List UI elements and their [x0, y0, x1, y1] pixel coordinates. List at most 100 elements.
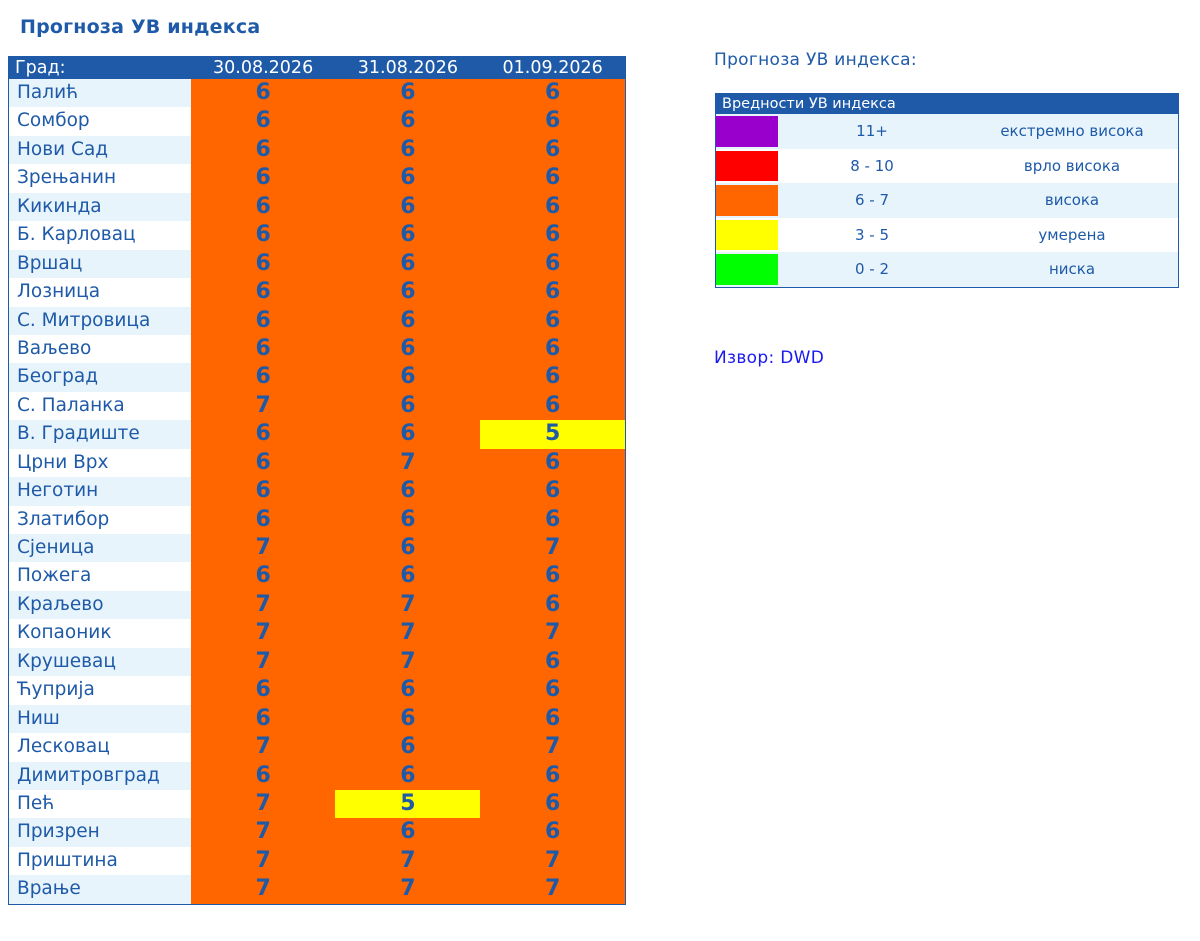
uv-value-cell: 7	[335, 448, 481, 478]
uv-value-cell: 6	[335, 818, 481, 847]
uv-value-cell: 7	[480, 875, 626, 904]
city-name: Кикинда	[9, 192, 191, 222]
city-name: Б. Карловац	[9, 221, 191, 250]
uv-value-cell: 6	[335, 733, 481, 762]
uv-value-cell: 6	[480, 761, 626, 790]
uv-value-cell: 7	[335, 846, 481, 876]
city-name: Призрен	[9, 818, 191, 847]
uv-level-label: умерена	[1038, 225, 1106, 244]
city-name: С. Митровица	[9, 306, 191, 335]
table-row: Ваљево 6 6 6	[9, 334, 626, 364]
uv-value-cell: 6	[190, 420, 336, 449]
table-row: Ниш 6 6 6	[9, 704, 626, 734]
legend-row: 8 - 10 врло висока	[716, 148, 1178, 184]
legend-caption: Прогноза УВ индекса:	[714, 50, 917, 70]
color-swatch	[716, 219, 778, 251]
uv-value-cell: 7	[190, 818, 336, 847]
table-header-row: Град: 30.08.2026 31.08.2026 01.09.2026	[9, 57, 625, 79]
uv-value-cell: 6	[480, 704, 626, 734]
legend-row: 11+ екстремно висока	[716, 114, 1178, 149]
table-row: Врање 7 7 7	[9, 875, 626, 904]
table-row: Београд 6 6 6	[9, 363, 626, 392]
uv-value-cell: 6	[335, 391, 481, 421]
uv-value-cell: 6	[480, 562, 626, 591]
table-row: Неготин 6 6 6	[9, 477, 626, 506]
uv-value-cell: 5	[335, 789, 481, 819]
uv-value-cell: 7	[335, 590, 481, 620]
uv-value-cell: 7	[480, 534, 626, 563]
uv-value-cell: 6	[335, 334, 481, 364]
uv-level-label: екстремно висока	[1000, 122, 1144, 140]
uv-value-cell: 6	[335, 221, 481, 250]
uv-level-label: висока	[1044, 191, 1100, 210]
uv-value-cell: 6	[190, 704, 336, 734]
color-swatch	[716, 254, 778, 285]
uv-value-cell: 6	[190, 562, 336, 591]
uv-value-cell: 6	[190, 676, 336, 705]
city-name: Зрењанин	[9, 164, 191, 193]
source-note: Извор: DWD	[714, 348, 825, 368]
city-name: Београд	[9, 363, 191, 392]
color-swatch	[716, 150, 778, 182]
city-name: Лесковац	[9, 733, 191, 762]
uv-value-cell: 6	[335, 534, 481, 563]
city-name: Лозница	[9, 278, 191, 307]
table-row: Пожега 6 6 6	[9, 562, 626, 591]
uv-legend-table: Вредности УВ индекса 11+ екстремно висока…	[715, 93, 1179, 288]
table-row: Лозница 6 6 6	[9, 278, 626, 307]
uv-value-cell: 6	[335, 306, 481, 335]
uv-value-cell: 6	[335, 135, 481, 165]
uv-level-label: ниска	[1048, 260, 1096, 279]
uv-value-cell: 6	[480, 192, 626, 222]
uv-value-cell: 6	[480, 363, 626, 392]
table-row: Златибор 6 6 6	[9, 505, 626, 534]
uv-value-cell: 6	[335, 477, 481, 506]
date-column-header: 30.08.2026	[213, 58, 314, 78]
uv-value-cell: 6	[190, 164, 336, 193]
uv-value-cell: 6	[480, 391, 626, 421]
uv-value-cell: 7	[480, 733, 626, 762]
uv-value-cell: 6	[480, 676, 626, 705]
table-row: Лесковац 7 6 7	[9, 733, 626, 762]
uv-range: 6 - 7	[854, 191, 890, 210]
uv-value-cell: 7	[335, 875, 481, 904]
uv-value-cell: 7	[480, 846, 626, 876]
city-name: В. Градиште	[9, 420, 191, 449]
page-title: Прогноза УВ индекса	[20, 16, 261, 38]
table-row: Пећ 7 5 6	[9, 789, 626, 819]
table-row: Краљево 7 7 6	[9, 590, 626, 620]
table-row: Палић 6 6 6	[9, 79, 626, 108]
uv-value-cell: 6	[480, 79, 626, 108]
uv-value-cell: 6	[480, 590, 626, 620]
city-name: Приштина	[9, 846, 191, 876]
uv-value-cell: 7	[190, 534, 336, 563]
date-column-header: 01.09.2026	[502, 58, 603, 78]
city-name: Сомбор	[9, 107, 191, 136]
uv-value-cell: 6	[480, 818, 626, 847]
table-row: В. Градиште 6 6 5	[9, 420, 626, 449]
uv-value-cell: 6	[190, 192, 336, 222]
uv-value-cell: 6	[190, 306, 336, 335]
uv-value-cell: 6	[335, 562, 481, 591]
table-row: Црни Врх 6 7 6	[9, 448, 626, 478]
uv-value-cell: 6	[190, 448, 336, 478]
uv-value-cell: 7	[190, 590, 336, 620]
uv-value-cell: 7	[190, 875, 336, 904]
uv-value-cell: 6	[190, 107, 336, 136]
uv-value-cell: 6	[335, 676, 481, 705]
city-name: Пожега	[9, 562, 191, 591]
uv-value-cell: 7	[190, 391, 336, 421]
uv-value-cell: 6	[480, 164, 626, 193]
uv-value-cell: 6	[190, 334, 336, 364]
uv-value-cell: 6	[335, 704, 481, 734]
uv-value-cell: 6	[480, 249, 626, 279]
uv-range: 11+	[856, 122, 888, 140]
uv-range: 3 - 5	[854, 225, 890, 244]
table-row: Крушевац 7 7 6	[9, 647, 626, 677]
uv-value-cell: 6	[190, 135, 336, 165]
legend-header: Вредности УВ индекса	[716, 94, 1178, 114]
uv-value-cell: 6	[335, 363, 481, 392]
city-name: Димитровград	[9, 761, 191, 790]
uv-value-cell: 6	[480, 448, 626, 478]
color-swatch	[716, 185, 778, 216]
